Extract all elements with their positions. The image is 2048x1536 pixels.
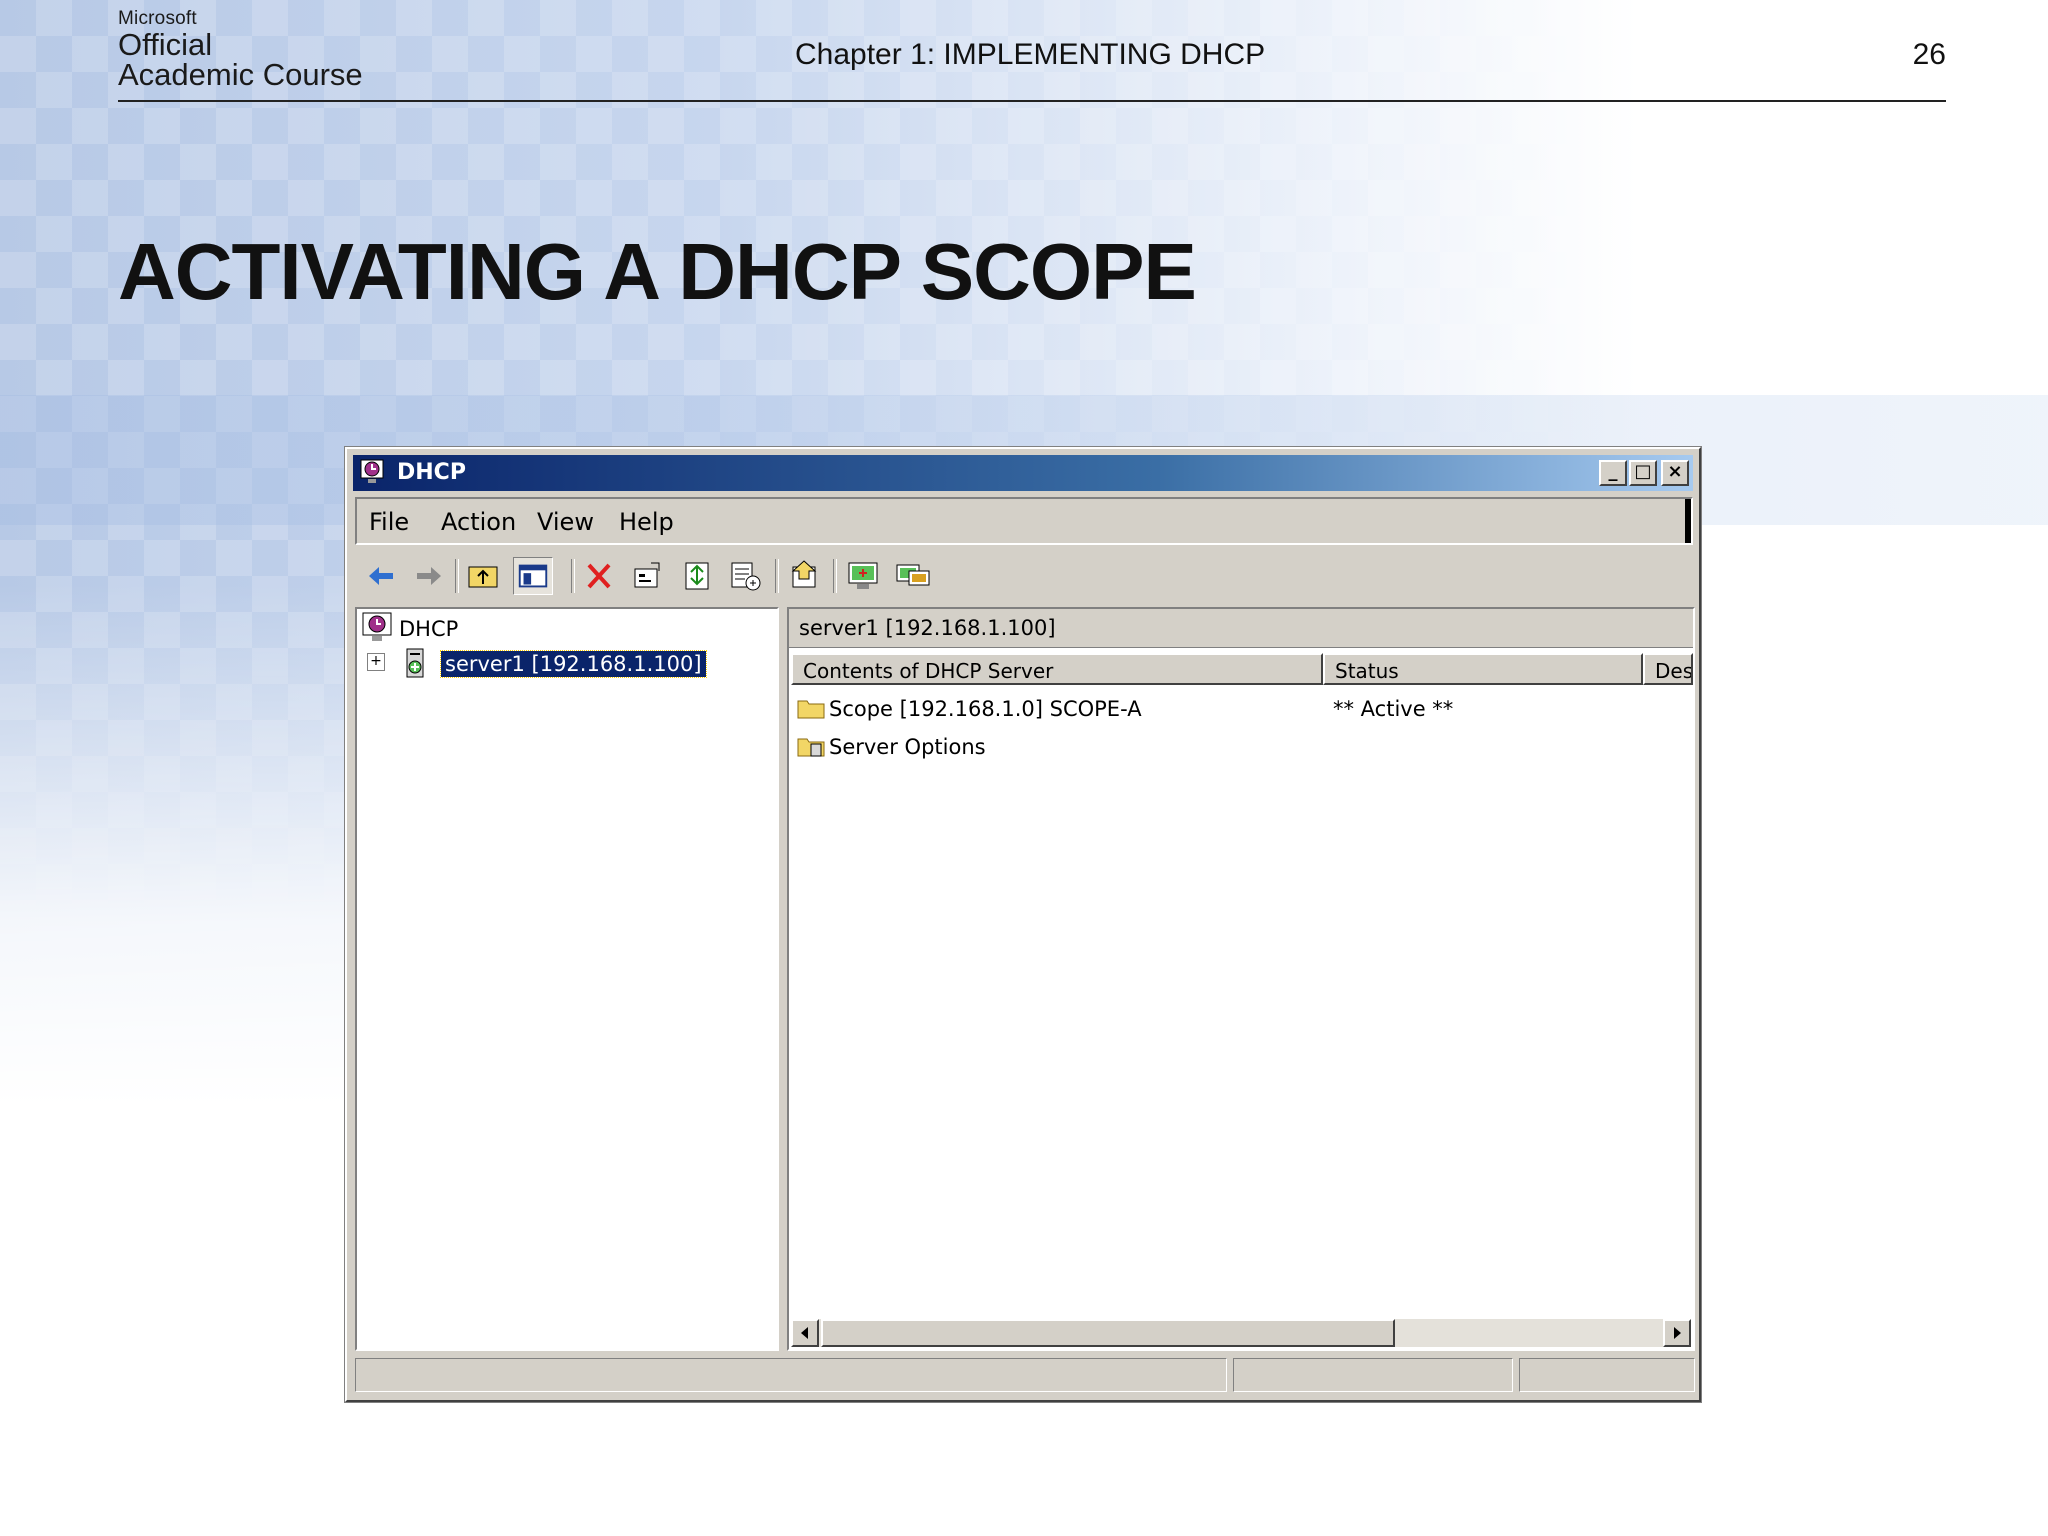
course-logo: Microsoft Official Academic Course <box>118 8 363 90</box>
export-list-icon[interactable] <box>725 557 765 595</box>
page-number: 26 <box>1912 38 1946 71</box>
tree-item-dhcp[interactable]: DHCP <box>399 617 458 641</box>
close-button[interactable]: × <box>1661 460 1689 486</box>
toolbar-separator <box>455 559 459 593</box>
logo-line1: Official <box>118 27 213 62</box>
window-title: DHCP <box>397 460 466 485</box>
add-server-icon[interactable] <box>843 557 883 595</box>
scroll-thumb[interactable] <box>821 1319 1395 1347</box>
dhcp-app-icon <box>360 459 384 483</box>
column-header-description[interactable]: Des <box>1643 653 1693 685</box>
column-header-contents[interactable]: Contents of DHCP Server <box>791 653 1323 685</box>
forward-icon[interactable] <box>409 557 449 595</box>
menu-file[interactable]: File <box>369 508 409 536</box>
menu-view[interactable]: View <box>537 508 594 536</box>
status-panel-3 <box>1519 1358 1695 1392</box>
chapter-heading: Chapter 1: IMPLEMENTING DHCP <box>795 38 1266 71</box>
scroll-left-icon <box>801 1327 808 1339</box>
show-hide-tree-icon[interactable] <box>513 557 553 595</box>
toolbar <box>355 553 1693 599</box>
status-panel-main <box>355 1358 1227 1392</box>
window-titlebar[interactable]: DHCP _ □ × <box>353 455 1693 491</box>
header-rule <box>118 100 1946 102</box>
delete-icon[interactable] <box>579 557 619 595</box>
help-icon[interactable] <box>785 557 825 595</box>
server-icon <box>406 648 424 678</box>
folder-icon <box>797 700 825 719</box>
details-path-bar: server1 [192.168.1.100] <box>789 609 1693 648</box>
list-item-server-options[interactable]: Server Options <box>829 735 986 759</box>
tree-expander[interactable]: + <box>367 653 385 671</box>
list-item-scope-status: ** Active ** <box>1333 697 1454 721</box>
dhcp-window: DHCP _ □ × File Action View Help DHCP + … <box>345 447 1701 1402</box>
menu-action[interactable]: Action <box>441 508 516 536</box>
back-icon[interactable] <box>361 557 401 595</box>
toolbar-separator <box>775 559 779 593</box>
logo-line2: Academic Course <box>118 57 363 92</box>
dhcp-root-icon <box>362 612 392 641</box>
menu-help[interactable]: Help <box>619 508 674 536</box>
status-bar <box>353 1356 1695 1394</box>
minimize-button[interactable]: _ <box>1599 460 1627 486</box>
status-panel-2 <box>1233 1358 1513 1392</box>
scroll-right-button[interactable] <box>1663 1319 1691 1347</box>
up-folder-icon[interactable] <box>463 557 503 595</box>
refresh-icon[interactable] <box>677 557 717 595</box>
scroll-right-icon <box>1674 1327 1681 1339</box>
maximize-button[interactable]: □ <box>1629 460 1657 486</box>
tree-item-server1[interactable]: server1 [192.168.1.100] <box>440 650 707 678</box>
horizontal-scrollbar[interactable] <box>791 1319 1691 1347</box>
details-pane: server1 [192.168.1.100] Contents of DHCP… <box>787 607 1695 1351</box>
details-path: server1 [192.168.1.100] <box>799 616 1056 640</box>
tree-pane: DHCP + server1 [192.168.1.100] <box>355 607 779 1351</box>
slide-title: ACTIVATING A DHCP SCOPE <box>118 227 1197 316</box>
toolbar-separator <box>833 559 837 593</box>
authorize-server-icon[interactable] <box>893 557 933 595</box>
column-header-status[interactable]: Status <box>1323 653 1643 685</box>
list-item-scope[interactable]: Scope [192.168.1.0] SCOPE-A <box>829 697 1142 721</box>
menu-bar: File Action View Help <box>355 497 1693 545</box>
properties-icon[interactable] <box>627 557 667 595</box>
server-options-icon <box>797 738 825 757</box>
scroll-left-button[interactable] <box>791 1319 819 1347</box>
toolbar-separator <box>571 559 575 593</box>
